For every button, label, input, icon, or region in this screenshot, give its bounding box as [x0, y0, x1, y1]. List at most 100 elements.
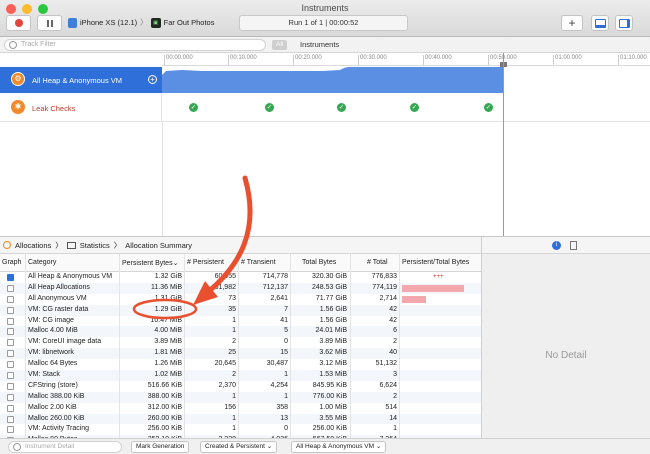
- table-row[interactable]: VM: CG image 10.47 MiB 1 41 1.56 GiB 42: [0, 316, 481, 327]
- playhead[interactable]: [503, 53, 504, 236]
- graph-checkbox[interactable]: [7, 306, 14, 314]
- mark-generation-button[interactable]: Mark Generation: [131, 441, 190, 453]
- total-count-cell: 514: [385, 403, 397, 411]
- column-total-bytes[interactable]: Total Bytes: [302, 259, 336, 266]
- graph-checkbox[interactable]: [7, 295, 14, 303]
- table-row[interactable]: CFString (store) 516.66 KiB 2,370 4,254 845.…: [0, 381, 481, 392]
- track-leaks[interactable]: ✱ Leak Checks ✓ ✓ ✓ ✓ ✓: [0, 93, 650, 122]
- leak-check-icon[interactable]: ✓: [410, 103, 419, 112]
- chevron-right-icon: 〉: [140, 18, 148, 27]
- persistent-count-cell: 1: [232, 327, 236, 335]
- total-count-cell: 14: [389, 414, 397, 422]
- table-row[interactable]: VM: Stack 1.02 MiB 2 1 1.53 MiB 3: [0, 370, 481, 381]
- time-ruler[interactable]: 00:00.000 00:10.000 00:20.000 00:30.000 …: [162, 53, 650, 66]
- column-persistent[interactable]: # Persistent: [187, 259, 224, 266]
- add-instrument-button[interactable]: +: [561, 15, 583, 31]
- detail-area: Allocations 〉 Statistics 〉 Allocation Su…: [0, 236, 650, 454]
- info-icon[interactable]: i: [552, 241, 561, 250]
- track-filter-bar: Track Filter All Instruments: [0, 37, 650, 53]
- category-cell: Malloc 4.00 MiB: [28, 327, 78, 335]
- table-row[interactable]: Malloc 2.00 KiB 312.00 KiB 156 358 1.00 MiB 5…: [0, 403, 481, 414]
- right-panel-icon: [618, 18, 630, 28]
- persistent-bytes-cell: 260.00 KiB: [147, 414, 182, 422]
- jump-bar-view[interactable]: Allocation Summary: [125, 241, 192, 250]
- table-row[interactable]: All Heap Allocations 11.36 MiB 61,982 712,1…: [0, 282, 481, 294]
- allocation-type-popup[interactable]: Created & Persistent ⌄: [200, 441, 278, 453]
- table-row[interactable]: All Heap & Anonymous VM 1.32 GiB 60,055 714…: [0, 272, 481, 283]
- column-ratio[interactable]: Persistent/Total Bytes: [402, 259, 469, 266]
- table-row[interactable]: Malloc 4.00 MiB 4.00 MiB 1 5 24.01 MiB 6: [0, 326, 481, 338]
- graph-checkbox[interactable]: [7, 426, 14, 434]
- graph-checkbox[interactable]: [7, 328, 14, 336]
- table-row[interactable]: VM: CoreUI image data 3.89 MiB 2 0 3.89 MiB 2: [0, 337, 481, 348]
- table-row[interactable]: VM: Activity Tracing 256.00 KiB 1 0 256.00 K…: [0, 424, 481, 435]
- graph-checkbox[interactable]: [7, 415, 14, 423]
- transient-count-cell: 714,778: [262, 273, 288, 280]
- column-transient[interactable]: # Transient: [241, 259, 276, 266]
- column-graph[interactable]: Graph: [2, 259, 21, 266]
- track-filter-input[interactable]: Track Filter: [4, 39, 266, 51]
- persistent-count-cell: 73: [228, 294, 236, 302]
- toggle-detail-button[interactable]: [591, 15, 609, 31]
- column-separator: [290, 254, 291, 454]
- leak-check-icon[interactable]: ✓: [189, 103, 198, 112]
- plus-circle-icon[interactable]: +: [148, 75, 157, 84]
- graph-checkbox[interactable]: [7, 350, 14, 358]
- leak-check-icon[interactable]: ✓: [337, 103, 346, 112]
- filter-scope-badge[interactable]: All: [272, 40, 288, 50]
- persistent-bytes-cell: 312.00 KiB: [147, 403, 182, 411]
- track-allocations[interactable]: ⚙ All Heap & Anonymous VM +: [0, 67, 650, 93]
- chevron-updown-icon: ⌄: [266, 443, 273, 450]
- target-selector[interactable]: iPhone XS (12.1) 〉 ▣ Far Out Photos: [68, 17, 214, 28]
- record-button[interactable]: [6, 15, 31, 31]
- graph-checkbox[interactable]: [7, 372, 14, 380]
- jump-bar-instrument[interactable]: Allocations: [15, 241, 51, 250]
- leaks-instrument-icon: ✱: [11, 100, 25, 114]
- persistent-bytes-cell: 516.66 KiB: [147, 381, 182, 389]
- total-bytes-cell: 1.56 GiB: [319, 305, 347, 313]
- instrument-detail-input[interactable]: Instrument Detail: [8, 441, 122, 453]
- table-row[interactable]: All Anonymous VM 1.31 GiB 73 2,641 71.77 GiB…: [0, 294, 481, 305]
- graph-checkbox[interactable]: [7, 393, 14, 401]
- column-persistent-bytes[interactable]: Persistent Bytes⌄: [122, 259, 178, 267]
- category-cell: Malloc 260.00 KiB: [28, 414, 85, 422]
- column-category[interactable]: Category: [28, 259, 56, 266]
- ratio-marks: +++: [433, 274, 444, 280]
- allocation-scope-popup[interactable]: All Heap & Anonymous VM ⌄: [291, 441, 387, 453]
- table-row[interactable]: VM: libnetwork 1.81 MiB 25 15 3.62 MiB 40: [0, 348, 481, 360]
- allocations-graph-svg: [162, 67, 504, 93]
- total-bytes-cell: 71.77 GiB: [315, 294, 347, 302]
- toggle-inspector-button[interactable]: [615, 15, 633, 31]
- graph-checkbox[interactable]: [7, 284, 14, 292]
- persistent-count-cell: 2: [232, 371, 236, 379]
- graph-checkbox[interactable]: [7, 274, 14, 281]
- table-row[interactable]: Malloc 388.00 KiB 388.00 KiB 1 1 776.00 KiB 2: [0, 391, 481, 403]
- leak-check-icon[interactable]: ✓: [484, 103, 493, 112]
- column-separator: [399, 254, 400, 454]
- category-cell: VM: libnetwork: [28, 349, 74, 357]
- jump-bar-mode[interactable]: Statistics: [80, 241, 110, 250]
- table-row[interactable]: VM: CG raster data 1.29 GiB 35 7 1.56 GiB 42: [0, 304, 481, 316]
- category-cell: Malloc 2.00 KiB: [28, 403, 77, 411]
- chevron-updown-icon: ⌄: [375, 443, 382, 450]
- app-name: Far Out Photos: [163, 18, 215, 27]
- leak-check-icon[interactable]: ✓: [265, 103, 274, 112]
- pause-button[interactable]: [37, 15, 62, 31]
- allocations-graph[interactable]: [162, 67, 504, 93]
- total-count-cell: 774,119: [372, 283, 397, 291]
- graph-checkbox[interactable]: [7, 339, 14, 347]
- column-persistent-bytes-label: Persistent Bytes: [122, 260, 173, 267]
- track-header-leaks[interactable]: ✱ Leak Checks: [0, 93, 162, 122]
- graph-checkbox[interactable]: [7, 382, 14, 390]
- graph-checkbox[interactable]: [7, 404, 14, 412]
- column-total[interactable]: # Total: [367, 259, 388, 266]
- table-row[interactable]: Malloc 260.00 KiB 260.00 KiB 1 13 3.55 MiB 14: [0, 413, 481, 425]
- filter-icon: [9, 41, 17, 49]
- document-icon[interactable]: [570, 241, 577, 250]
- graph-checkbox[interactable]: [7, 361, 14, 369]
- transient-count-cell: 30,487: [266, 360, 288, 368]
- table-row[interactable]: Malloc 64 Bytes 1.26 MiB 20,645 30,487 3.12 …: [0, 359, 481, 370]
- persistent-bytes-cell: 1.29 GiB: [154, 305, 182, 313]
- track-header-allocations[interactable]: ⚙ All Heap & Anonymous VM +: [0, 67, 162, 93]
- graph-checkbox[interactable]: [7, 317, 14, 325]
